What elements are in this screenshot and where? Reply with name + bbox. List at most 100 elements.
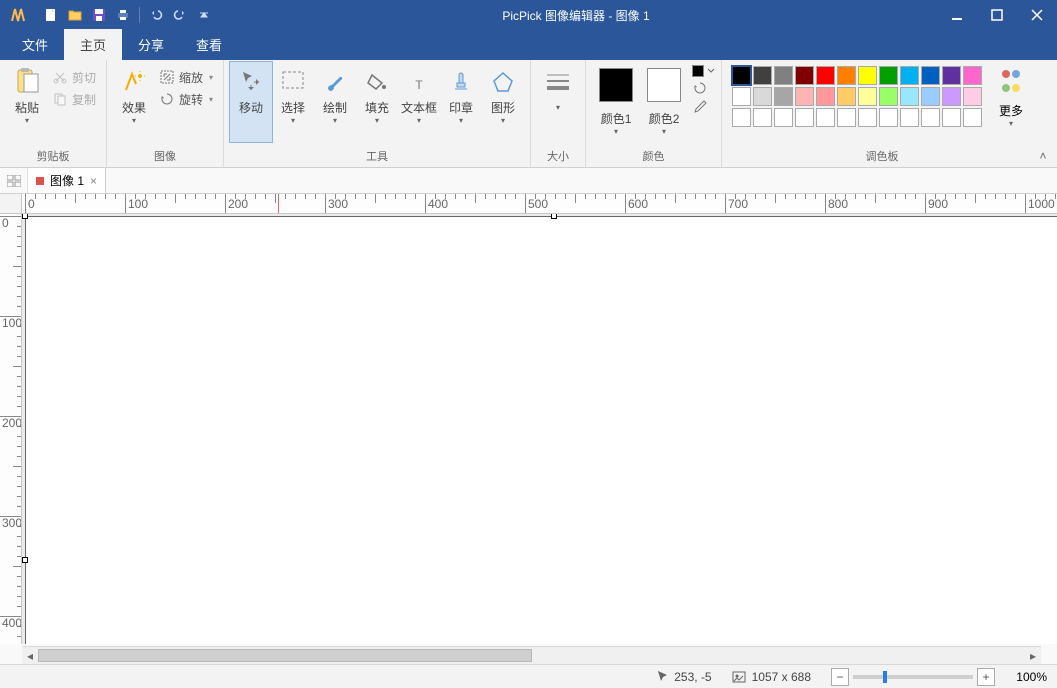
rotate-button[interactable]: 旋转▾ [155, 88, 217, 110]
palette-swatch[interactable] [942, 87, 961, 106]
palette-swatch[interactable] [963, 66, 982, 85]
eyedropper-button[interactable] [692, 99, 715, 115]
undo-button[interactable] [145, 4, 167, 26]
palette-swatch[interactable] [900, 87, 919, 106]
print-button[interactable] [112, 4, 134, 26]
palette-swatch[interactable] [921, 108, 940, 127]
palette-swatch[interactable] [963, 108, 982, 127]
scroll-track[interactable] [38, 647, 1025, 664]
resize-handle[interactable] [22, 214, 28, 219]
palette-swatch[interactable] [837, 87, 856, 106]
palette-swatch[interactable] [753, 108, 772, 127]
palette-swatch[interactable] [921, 87, 940, 106]
zoom-slider[interactable] [853, 675, 973, 679]
palette-swatch[interactable] [732, 108, 751, 127]
redo-button[interactable] [169, 4, 191, 26]
tab-view[interactable]: 查看 [180, 29, 238, 60]
close-button[interactable] [1017, 0, 1057, 30]
palette-swatch[interactable] [795, 66, 814, 85]
palette-swatch[interactable] [816, 108, 835, 127]
group-colors: 颜色1 ▾ 颜色2 ▾ 颜色 [586, 60, 722, 167]
stamp-tool-button[interactable]: 印章▾ [440, 62, 482, 142]
effects-button[interactable]: 效果 ▾ [113, 62, 155, 142]
new-file-button[interactable] [40, 4, 62, 26]
eyedropper-icon [692, 99, 708, 115]
palette-swatch[interactable] [816, 87, 835, 106]
text-tool-button[interactable]: T文本框▾ [398, 62, 440, 142]
palette-swatch[interactable] [879, 66, 898, 85]
tab-share[interactable]: 分享 [122, 29, 180, 60]
draw-tool-button[interactable]: 绘制▾ [314, 62, 356, 142]
maximize-button[interactable] [977, 0, 1017, 30]
zoom-out-button[interactable]: − [831, 668, 849, 686]
vertical-ruler[interactable]: 0100200300400 [0, 214, 22, 644]
save-button[interactable] [88, 4, 110, 26]
chevron-down-icon: ▾ [459, 116, 463, 125]
shapes-icon [487, 66, 519, 98]
canvas[interactable] [25, 216, 1057, 644]
palette-swatch[interactable] [732, 87, 751, 106]
palette-swatch[interactable] [858, 66, 877, 85]
palette-swatch[interactable] [942, 66, 961, 85]
canvas-viewport[interactable] [22, 214, 1057, 644]
palette-swatch[interactable] [774, 66, 793, 85]
fill-tool-button[interactable]: 填充▾ [356, 62, 398, 142]
scroll-left-button[interactable]: ◂ [22, 647, 38, 664]
palette-swatch[interactable] [921, 66, 940, 85]
palette-swatch[interactable] [753, 87, 772, 106]
tab-home[interactable]: 主页 [64, 29, 122, 60]
palette-swatch[interactable] [837, 66, 856, 85]
collapse-ribbon-button[interactable]: ˄ [1033, 147, 1053, 165]
scroll-thumb[interactable] [38, 649, 532, 662]
zoom-in-button[interactable]: + [977, 668, 995, 686]
close-tab-button[interactable]: × [90, 174, 97, 188]
palette-swatch[interactable] [963, 87, 982, 106]
palette-swatch[interactable] [858, 87, 877, 106]
palette-swatch[interactable] [795, 87, 814, 106]
resize-handle[interactable] [551, 214, 557, 219]
palette-swatch[interactable] [753, 66, 772, 85]
select-tool-button[interactable]: 选择▾ [272, 62, 314, 142]
chevron-down-icon: ▾ [375, 116, 379, 125]
palette-swatch[interactable] [879, 108, 898, 127]
ribbon-tabs: 文件 主页 分享 查看 [0, 30, 1057, 60]
color2-button[interactable]: 颜色2 ▾ [640, 62, 688, 136]
paste-button[interactable]: 粘贴 ▾ [6, 62, 48, 142]
copy-button[interactable]: 复制 [48, 88, 100, 110]
horizontal-ruler[interactable]: 01002003004005006007008009001000 [22, 194, 1057, 214]
palette-swatch[interactable] [942, 108, 961, 127]
color1-button[interactable]: 颜色1 ▾ [592, 62, 640, 136]
document-tab[interactable]: 图像 1 × [28, 168, 106, 193]
swap-colors-button[interactable] [692, 65, 715, 77]
palette-swatch[interactable] [795, 108, 814, 127]
ribbon: 粘贴 ▾ 剪切 复制 剪贴板 效果 ▾ 缩放▾ 旋转▾ 图像 移 [0, 60, 1057, 168]
palette-swatch[interactable] [879, 87, 898, 106]
open-file-button[interactable] [64, 4, 86, 26]
scroll-right-button[interactable]: ▸ [1025, 647, 1041, 664]
palette-swatch[interactable] [732, 66, 751, 85]
cut-button[interactable]: 剪切 [48, 66, 100, 88]
document-tab-label: 图像 1 [50, 172, 84, 189]
qat-customize-button[interactable] [193, 4, 215, 26]
default-colors-button[interactable] [692, 81, 715, 95]
palette-swatch[interactable] [774, 87, 793, 106]
line-weight-button[interactable]: ▾ [537, 62, 579, 142]
palette-swatch[interactable] [816, 66, 835, 85]
horizontal-scrollbar[interactable]: ◂ ▸ [22, 646, 1041, 664]
palette-swatch[interactable] [774, 108, 793, 127]
tab-file[interactable]: 文件 [6, 29, 64, 60]
minimize-button[interactable] [937, 0, 977, 30]
palette-swatch[interactable] [858, 108, 877, 127]
thumbnail-view-button[interactable] [0, 168, 28, 193]
resize-handle[interactable] [22, 557, 28, 563]
shapes-tool-button[interactable]: 图形▾ [482, 62, 524, 142]
resize-button[interactable]: 缩放▾ [155, 66, 217, 88]
more-colors-button[interactable]: 更多 ▾ [986, 62, 1036, 128]
zoom-thumb[interactable] [883, 671, 887, 683]
cut-icon [52, 69, 68, 85]
palette-swatch[interactable] [837, 108, 856, 127]
move-tool-button[interactable]: 移动 [230, 62, 272, 142]
palette-swatch[interactable] [900, 108, 919, 127]
zoom-control: − + 100% [821, 668, 1057, 686]
palette-swatch[interactable] [900, 66, 919, 85]
